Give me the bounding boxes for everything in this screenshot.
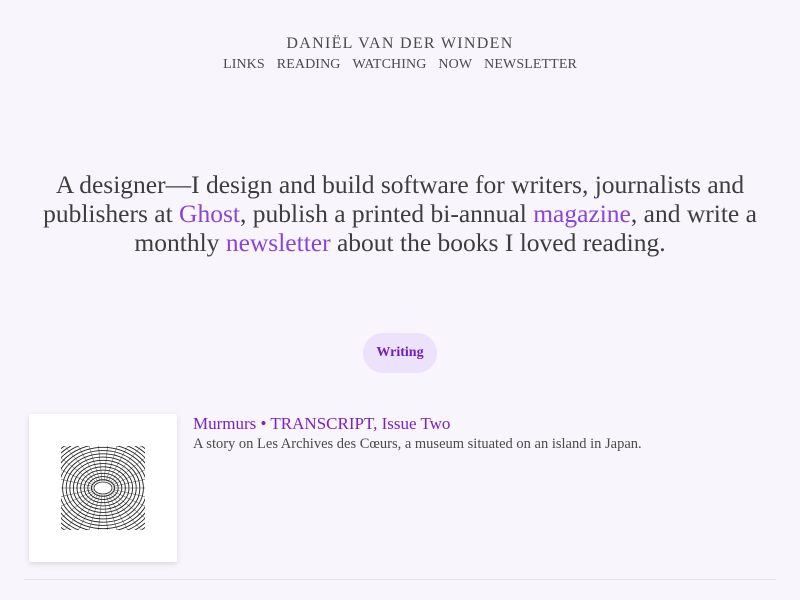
post-item[interactable]: Murmurs • TRANSCRIPT, Issue Two A story … [29,414,789,564]
intro-text-part: about the books I loved reading. [330,227,666,257]
intro-text: A designer—I design and build software f… [20,170,780,257]
site-header: DANIËL VAN DER WINDEN LINKS READING WATC… [0,0,800,73]
main-nav: LINKS READING WATCHING NOW NEWSLETTER [0,57,800,73]
magazine-link[interactable]: magazine [533,199,631,228]
nav-link-newsletter[interactable]: NEWSLETTER [484,57,577,73]
ghost-link[interactable]: Ghost [179,199,240,228]
murmurs-artwork-icon [61,446,145,530]
nav-link-links[interactable]: LINKS [223,57,265,73]
post-thumbnail[interactable] [29,414,177,562]
writing-section-pill: Writing [363,333,437,373]
nav-link-watching[interactable]: WATCHING [353,57,427,73]
nav-link-now[interactable]: NOW [438,57,472,73]
nav-link-reading[interactable]: READING [277,57,341,73]
divider [24,579,776,580]
post-description: A story on Les Archives des Cœurs, a mus… [193,436,642,452]
newsletter-link[interactable]: newsletter [226,228,331,257]
site-title-link[interactable]: DANIËL VAN DER WINDEN [286,35,513,53]
post-title-link[interactable]: Murmurs • TRANSCRIPT, Issue Two [193,414,450,434]
intro-text-part: , publish a printed bi-annual [239,198,534,228]
